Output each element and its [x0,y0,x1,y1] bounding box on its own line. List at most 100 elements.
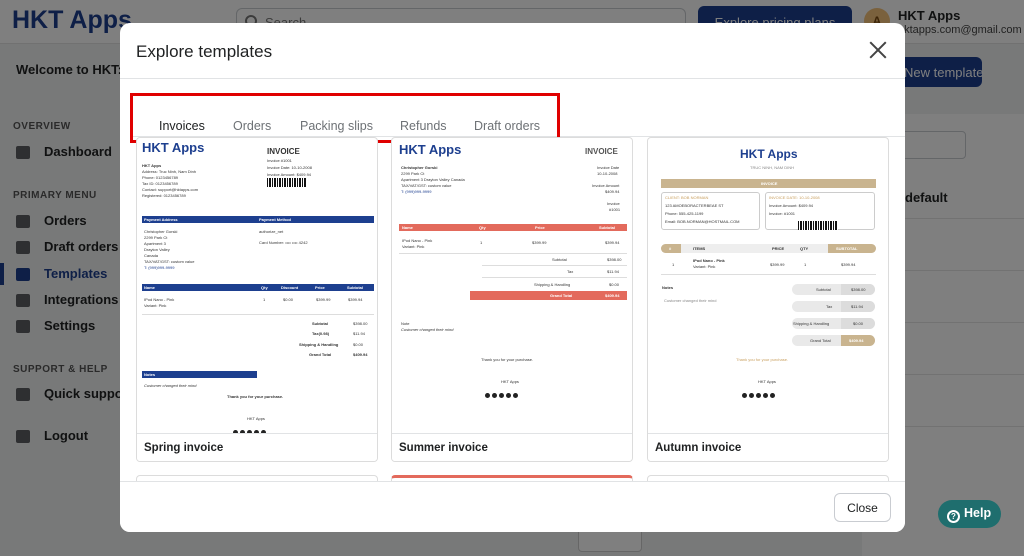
item-cell: 1 [804,262,807,267]
divider [482,277,627,278]
meta-line: 10-10-2008 [597,171,618,176]
item-cell: $399.99 [532,240,547,245]
col-header: QTY [800,246,809,251]
social-icons [233,422,268,435]
social-icon [742,393,747,398]
template-name: Autumn invoice [648,433,888,461]
shop-line: Registered: 0123456789 [142,193,186,198]
tab-packing-slips[interactable]: Packing slips [300,119,373,133]
total-value: $11.94 [607,269,619,274]
template-grid: HKT Apps INVOICE HKT Apps Address: Truc … [136,137,896,495]
client-line: Email: BOB.NORMAN@HOSTMAIL.COM [665,219,740,224]
col-header: Price [535,225,545,230]
shop-line: Address: Truc Ninh, Nam Dinh [142,169,197,174]
total-label: Shipping & Handling [793,321,830,326]
social-icon [756,393,761,398]
col-header: Name [402,225,413,230]
tab-orders[interactable]: Orders [233,119,271,133]
footer-brand: HKT Apps [247,416,265,421]
total-label: Shipping & Handling [299,342,339,347]
notes-header: Notes [662,285,674,290]
social-icons [742,385,777,398]
total-value: $398.00 [353,321,368,326]
accent-bar [142,284,374,291]
social-icon [492,393,497,398]
tab-draft-orders[interactable]: Draft orders [474,119,540,133]
total-label: Shipping & Handling [534,282,571,287]
item-cell: $399.94 [605,240,620,245]
meta-line: Invoice [607,201,620,206]
social-icon [485,393,490,398]
col-header: SUBTOTAL [836,246,858,251]
thanks-text: Thank you for your purchase. [481,357,534,362]
item-cell: $399.99 [770,262,785,267]
address-line: Canada [144,253,159,258]
total-value: $409.94 [849,338,864,343]
shop-line: Phone: 0123456789 [142,175,179,180]
template-card-spring[interactable]: HKT Apps INVOICE HKT Apps Address: Truc … [136,137,378,462]
close-button[interactable]: Close [834,493,891,522]
shop-line: HKT Apps [142,163,162,168]
client-line: Phone: 555-425-1199 [665,211,704,216]
help-button[interactable]: ? Help [938,500,1001,528]
meta-line: Invoice Amount [592,183,620,188]
total-value: $398.00 [851,287,866,292]
accent-bar [142,371,257,378]
divider [661,274,876,275]
col-header: Qty [479,225,486,230]
barcode [267,178,307,187]
template-card-summer[interactable]: HKT Apps INVOICE Invoice Date 10-10-2008… [391,137,633,462]
address-line: T: (999)999-9999 [401,189,432,194]
total-label: Grand Total [810,338,831,343]
col-header: Qty [261,285,268,290]
social-icon [749,393,754,398]
item-cell: IPod Nano - Pink [144,297,175,302]
template-card-autumn[interactable]: HKT Apps TRUC NINH, NAM DINH INVOICE CLI… [647,137,889,462]
meta-line: Invoice #1001 [267,158,292,163]
meta-line: Invoice: #1001 [769,211,796,216]
template-logo: HKT Apps [740,147,798,161]
address-line: TAX/VAT/GST: custom value [401,183,452,188]
item-cell: 1 [672,262,675,267]
method-line: Card Number: •••• •••• 4242 [259,240,308,245]
template-heading: INVOICE [585,147,618,156]
client-line: CLIENT: BOB NORMAN [665,195,709,200]
modal-header: Explore templates [120,23,905,79]
address-line: 2299 Park Ct [401,171,425,176]
total-label: Tax [826,304,833,309]
col-header: Subtotal [599,225,615,230]
col-header: Name [144,285,155,290]
total-value: $0.00 [853,321,864,326]
notes-text: Customer changed their mind [401,327,454,332]
col-header: ITEMS [693,246,706,251]
social-icon [770,393,775,398]
tab-invoices[interactable]: Invoices [159,119,205,133]
question-icon: ? [947,510,960,523]
col-header: # [669,246,672,251]
total-label: Tax(0.98) [312,331,330,336]
meta-line: Invoice Amount: $409.94 [267,172,312,177]
total-value: $0.00 [609,282,620,287]
total-value: $398.00 [607,257,622,262]
item-cell: 1 [480,240,483,245]
item-cell: IPod Nano - Pink [693,258,725,263]
close-icon[interactable] [869,41,887,59]
item-cell: $399.99 [316,297,331,302]
template-name: Summer invoice [392,433,632,461]
explore-templates-modal: Explore templates Invoices Orders Packin… [120,23,905,532]
divider [399,253,627,254]
template-logo: HKT Apps [399,142,462,157]
total-label: Subtotal [552,257,567,262]
address-line: Apartment 3 Drayton Valley Canada [401,177,465,182]
template-heading: INVOICE [761,181,778,186]
thanks-text: Thank you for your purchase. [736,357,789,362]
meta-line: INVOICE DATE: 10-10-2008 [769,195,820,200]
item-cell: $0.00 [283,297,294,302]
col-header: Subtotal [347,285,363,290]
address-line: Christopher Gorski [144,229,178,234]
shop-line: Contact: support@hktapps.com [142,187,199,192]
tab-refunds[interactable]: Refunds [400,119,447,133]
method-header: Payment Method [259,217,292,222]
meta-line: Invoice Date: 10-10-2008 [267,165,312,170]
col-header: Price [315,285,325,290]
